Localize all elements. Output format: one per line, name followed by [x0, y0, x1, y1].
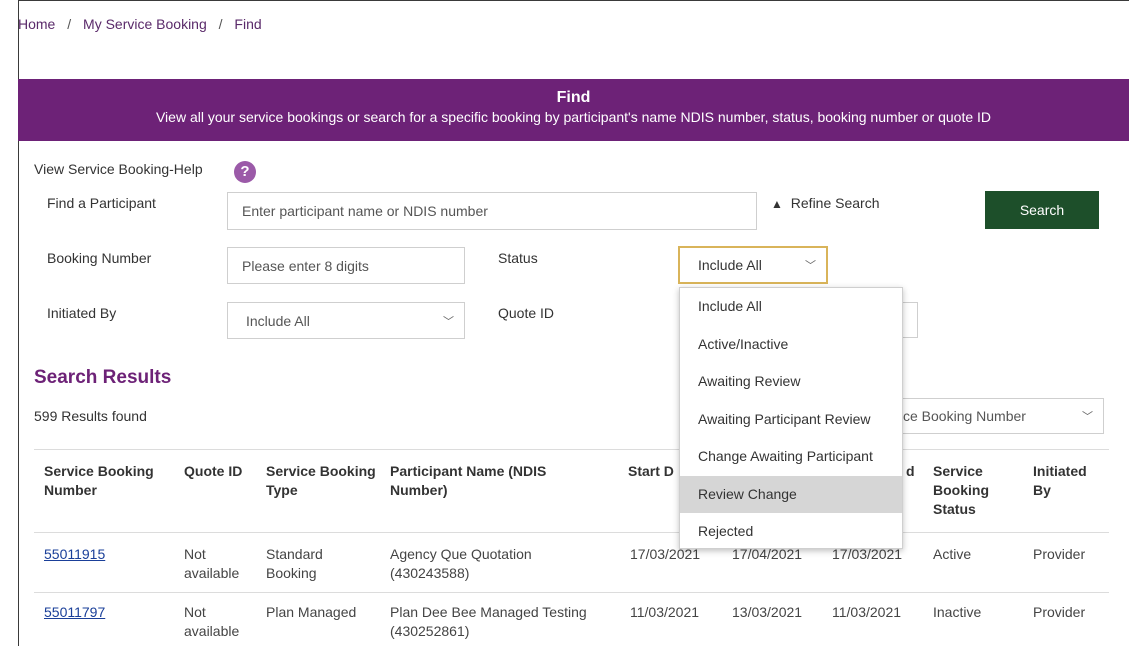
status-option-include-all[interactable]: Include All — [680, 288, 902, 326]
table-cell-submitted-date: 11/03/2021 — [832, 604, 902, 620]
status-dropdown-menu: Include All Active/Inactive Awaiting Rev… — [679, 287, 903, 549]
breadcrumb-my-service-booking[interactable]: My Service Booking — [83, 16, 207, 32]
banner-title: Find — [556, 89, 591, 106]
find-participant-label: Find a Participant — [47, 195, 156, 211]
table-header-divider — [34, 532, 1109, 533]
refine-search-toggle[interactable]: ▲ Refine Search — [771, 195, 880, 211]
help-link[interactable]: View Service Booking-Help — [34, 161, 203, 177]
quote-id-label: Quote ID — [498, 305, 555, 321]
booking-number-label: Booking Number — [47, 250, 152, 266]
initiated-by-value: Include All — [246, 312, 310, 329]
breadcrumb-separator: / — [67, 16, 72, 32]
chevron-down-icon: ﹀ — [1082, 411, 1093, 423]
breadcrumb-separator: / — [218, 16, 223, 32]
table-cell-booking-type: Standard Booking — [266, 546, 323, 581]
table-cell-end-date: 13/03/2021 — [732, 604, 803, 620]
breadcrumb-home[interactable]: Home — [18, 16, 55, 32]
col-header-end-date[interactable]: d — [906, 462, 926, 481]
booking-number-placeholder: Please enter 8 digits — [242, 257, 369, 274]
booking-number-input[interactable]: Please enter 8 digits — [227, 247, 465, 284]
table-cell-participant: Agency Que Quotation (430243588) — [390, 546, 532, 581]
banner-subtitle: View all your service bookings or search… — [155, 109, 992, 125]
initiated-by-select[interactable]: Include All ﹀ — [227, 302, 465, 339]
participant-search-input[interactable]: Enter participant name or NDIS number — [227, 192, 757, 230]
status-option-review-change[interactable]: Review Change — [680, 475, 902, 513]
breadcrumb-current: Find — [234, 16, 262, 32]
table-cell-booking-number[interactable]: 55011915 — [44, 545, 105, 564]
chevron-down-icon: ﹀ — [443, 315, 454, 328]
table-cell-initiated-by: Provider — [1033, 604, 1086, 620]
results-count: 599 Results found — [34, 408, 147, 424]
table-top-divider — [34, 449, 1109, 450]
col-header-service-booking-status[interactable]: Service Booking Status — [933, 462, 1013, 519]
table-cell-participant: Plan Dee Bee Managed Testing (430252861) — [390, 604, 587, 639]
booking-number-link[interactable]: 55011797 — [44, 604, 105, 620]
status-option-awaiting-participant-review[interactable]: Awaiting Participant Review — [680, 401, 902, 439]
col-header-initiated-by[interactable]: Initiated By — [1033, 462, 1103, 500]
col-header-participant-name[interactable]: Participant Name (NDIS Number) — [390, 462, 590, 500]
status-option-change-awaiting-participant[interactable]: Change Awaiting Participant — [680, 438, 902, 476]
find-banner: Find View all your service bookings or s… — [18, 79, 1129, 141]
col-header-start-date[interactable]: Start D — [628, 462, 678, 481]
table-cell-booking-type: Plan Managed — [266, 604, 357, 620]
status-select[interactable]: Include All ﹀ — [678, 246, 828, 284]
sort-select-value: ce Booking Number — [903, 408, 1026, 424]
table-cell-quote-id: Not available — [184, 604, 240, 639]
col-header-service-booking-number[interactable]: Service Booking Number — [44, 462, 174, 500]
status-option-awaiting-review[interactable]: Awaiting Review — [680, 363, 902, 401]
participant-search-placeholder: Enter participant name or NDIS number — [242, 203, 488, 219]
table-cell-start-date: 11/03/2021 — [630, 604, 700, 620]
initiated-by-label: Initiated By — [47, 305, 117, 321]
status-option-rejected[interactable]: Rejected — [680, 513, 902, 551]
help-icon[interactable]: ? — [234, 161, 256, 183]
table-cell-status: Active — [933, 546, 972, 562]
table-cell-quote-id: Not available — [184, 546, 240, 581]
booking-number-link[interactable]: 55011915 — [44, 546, 105, 562]
breadcrumb: Home / My Service Booking / Find — [18, 16, 262, 32]
table-cell-booking-number[interactable]: 55011797 — [44, 603, 105, 622]
sort-select[interactable]: ce Booking Number ﹀ — [880, 398, 1104, 434]
chevron-down-icon: ﹀ — [805, 260, 816, 272]
status-select-value: Include All — [698, 257, 762, 273]
col-header-service-booking-type[interactable]: Service Booking Type — [266, 462, 376, 500]
status-label: Status — [498, 250, 538, 266]
chevron-up-icon: ▲ — [771, 197, 783, 211]
table-row-divider — [34, 592, 1109, 593]
search-button[interactable]: Search — [985, 191, 1099, 229]
table-cell-status: Inactive — [933, 604, 982, 620]
search-results-title: Search Results — [34, 367, 172, 388]
table-cell-initiated-by: Provider — [1033, 546, 1086, 562]
status-option-active-inactive[interactable]: Active/Inactive — [680, 326, 902, 364]
refine-search-label: Refine Search — [790, 195, 880, 211]
col-header-quote-id[interactable]: Quote ID — [184, 462, 264, 481]
